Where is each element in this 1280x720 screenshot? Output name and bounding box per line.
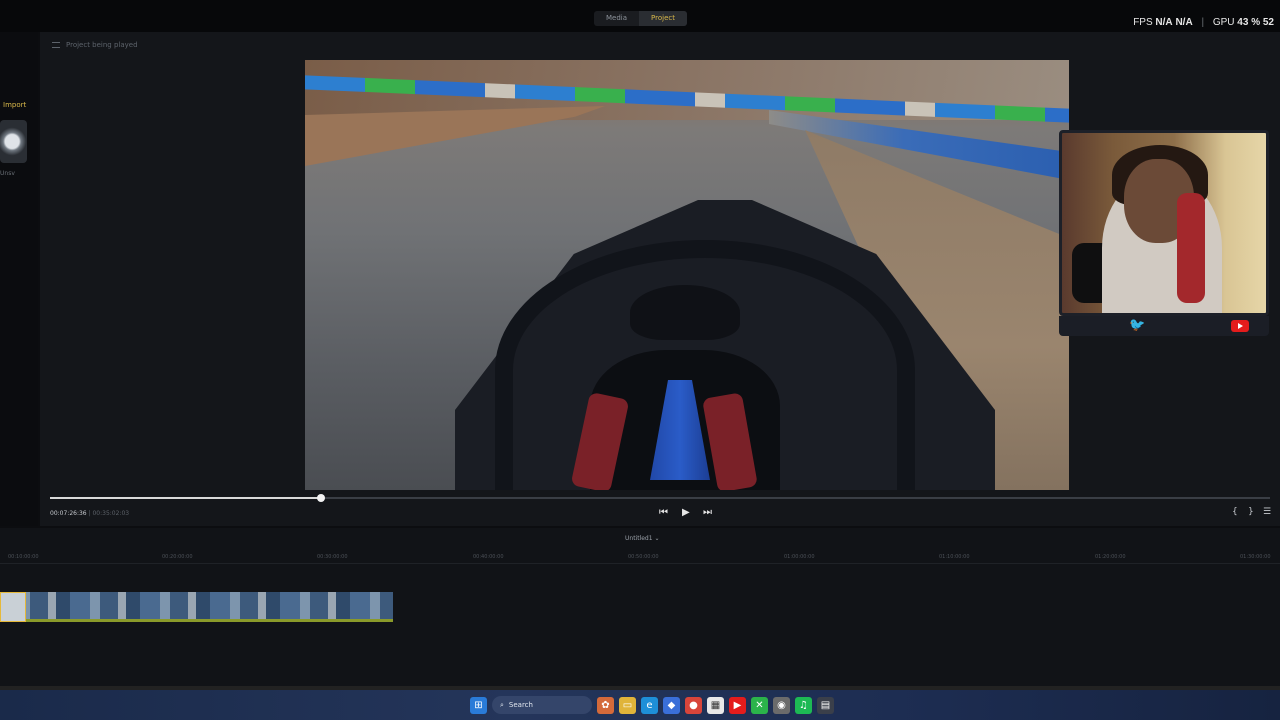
timecode: 00:07:26:36 | 00:35:02:03	[50, 510, 130, 517]
fps-value-1: N/A	[1155, 17, 1173, 28]
mark-in-icon[interactable]: {	[1232, 507, 1238, 517]
file-explorer-icon[interactable]: ▭	[619, 696, 636, 714]
ruler-tick: 00:10:00:00	[8, 554, 39, 560]
timeline-ruler[interactable]: 00:10:00:00 00:20:00:00 00:30:00:00 00:4…	[0, 550, 1280, 564]
gpu-value: 43 %	[1237, 17, 1261, 28]
current-time: 00:07:26:36	[50, 510, 87, 517]
webcam-overlay	[1059, 130, 1269, 316]
chrome-icon[interactable]: ●	[685, 696, 702, 714]
media-panel: Import Unsv	[0, 32, 38, 526]
taskbar-search[interactable]: ⌕ Search	[492, 696, 592, 714]
video-clip[interactable]	[0, 592, 393, 622]
ruler-tick: 01:30:00:00	[1240, 554, 1271, 560]
windows-icon[interactable]: ⊞	[470, 696, 487, 714]
search-icon: ⌕	[500, 701, 504, 709]
mode-switch: Media Project	[594, 11, 687, 26]
ruler-tick: 01:10:00:00	[939, 554, 970, 560]
tab-project[interactable]: Project	[639, 11, 687, 26]
youtube-app-icon[interactable]: ▶	[729, 696, 746, 714]
prev-frame-icon[interactable]: ⏮	[659, 506, 668, 520]
settings-icon[interactable]: ☰	[1263, 507, 1271, 517]
sequence-name[interactable]: Untitled1 ⌄	[625, 535, 660, 542]
editor-app-icon[interactable]: ▤	[817, 696, 834, 714]
playhead-clip-thumb[interactable]	[0, 592, 26, 622]
fps-label: FPS	[1133, 17, 1153, 28]
edge-browser-icon[interactable]: e	[641, 696, 658, 714]
preview-title: Project being played	[66, 41, 138, 49]
os-taskbar: ⊞ ⌕ Search ✿ ▭ e ◆ ● ▦ ▶ ✕ ◉ ♫ ▤	[0, 690, 1280, 720]
gpu-extra: 52	[1262, 17, 1274, 28]
ruler-tick: 00:30:00:00	[317, 554, 348, 560]
scrubber-progress	[50, 497, 321, 499]
preview-title-bar: Project being played	[52, 41, 138, 49]
mark-out-icon[interactable]: }	[1248, 507, 1254, 517]
media-thumbnail[interactable]	[0, 120, 27, 163]
store-icon[interactable]: ◆	[663, 696, 680, 714]
total-duration: 00:35:02:03	[92, 510, 130, 517]
menu-icon[interactable]	[52, 42, 60, 48]
next-frame-icon[interactable]: ⏭	[703, 506, 712, 520]
calendar-icon[interactable]: ▦	[707, 696, 724, 714]
playback-scrubber[interactable]	[50, 494, 1270, 502]
stats-divider: |	[1201, 17, 1205, 28]
app-window: Media Project FPS N/A N/A | GPU 43 % 52 …	[0, 0, 1280, 720]
spotify-icon[interactable]: ♫	[795, 696, 812, 714]
import-button[interactable]: Import	[0, 100, 29, 110]
xbox-icon[interactable]: ✕	[751, 696, 768, 714]
performance-stats: FPS N/A N/A | GPU 43 % 52	[1133, 17, 1274, 28]
twitter-icon: 🐦	[1129, 318, 1146, 333]
webcam-person-dreads	[1177, 193, 1205, 303]
ruler-tick: 00:40:00:00	[473, 554, 504, 560]
scrubber-handle[interactable]	[316, 494, 325, 502]
gpu-label: GPU	[1212, 17, 1235, 28]
youtube-icon	[1231, 320, 1249, 332]
fps-value-2: N/A	[1175, 17, 1193, 28]
media-thumbnail-caption: Unsv	[0, 170, 15, 177]
obs-icon[interactable]: ◉	[773, 696, 790, 714]
webcam-social-bar: 🐦	[1059, 316, 1269, 336]
top-bar: Media Project FPS N/A N/A | GPU 43 % 52	[0, 0, 1280, 32]
video-steering-wheel	[630, 285, 740, 340]
ruler-tick: 01:00:00:00	[784, 554, 815, 560]
tab-media[interactable]: Media	[594, 11, 639, 26]
play-icon[interactable]: ▶	[682, 506, 690, 520]
taskbar-app-icon[interactable]: ✿	[597, 696, 614, 714]
ruler-tick: 01:20:00:00	[1095, 554, 1126, 560]
ruler-tick: 00:20:00:00	[162, 554, 193, 560]
video-grass-left	[305, 106, 605, 166]
taskbar-search-label: Search	[508, 701, 533, 709]
ruler-tick: 00:50:00:00	[628, 554, 659, 560]
video-frame[interactable]	[305, 60, 1069, 490]
